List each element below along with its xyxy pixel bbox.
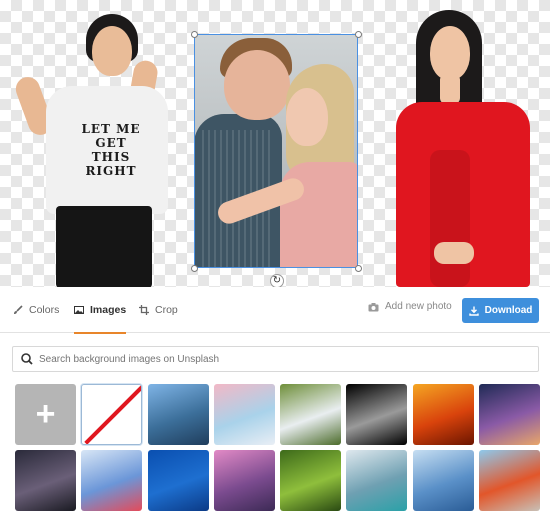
download-label: Download	[484, 305, 533, 316]
camera-icon	[368, 302, 379, 311]
thumbnail-no-background[interactable]	[81, 384, 143, 445]
image-icon	[74, 306, 84, 314]
tab-images[interactable]: Images	[74, 287, 127, 334]
search-icon	[21, 353, 33, 365]
tab-colors[interactable]: Colors	[13, 287, 59, 333]
hands-right	[434, 242, 474, 264]
thumbnail-underwater[interactable]	[147, 450, 209, 511]
thumbnail-add-image[interactable]: +	[15, 384, 76, 445]
add-new-photo-button[interactable]: Add new photo	[368, 301, 452, 312]
pants	[56, 206, 152, 287]
dress-shade	[430, 150, 470, 287]
brush-icon	[14, 305, 23, 314]
tab-label: Colors	[29, 304, 60, 316]
search-bar	[12, 346, 539, 372]
thumbnail-milky-way-dusk[interactable]	[479, 384, 541, 445]
tshirt-text: LET ME GET THIS RIGHT	[81, 122, 141, 178]
thumbnail-city-skyline[interactable]	[147, 384, 209, 445]
head-left	[92, 26, 132, 76]
thumbnail-forest-path[interactable]	[280, 450, 342, 511]
add-new-photo-label: Add new photo	[385, 301, 452, 312]
download-icon	[468, 306, 479, 316]
tab-label: Crop	[155, 304, 178, 316]
thumbnail-pastel-abstract[interactable]	[213, 384, 275, 445]
tab-label: Images	[90, 304, 127, 316]
tab-crop[interactable]: Crop	[139, 287, 178, 333]
head-right	[430, 26, 470, 80]
thumbnail-desert-trees[interactable]	[479, 450, 541, 511]
thumbnail-full-moon[interactable]	[346, 384, 408, 445]
toolbar: Colors Images Crop Add new photo Downloa…	[0, 287, 550, 334]
rotate-handle-icon[interactable]: ↻	[270, 274, 284, 287]
resize-handle-bottom-right[interactable]	[355, 265, 362, 272]
download-button[interactable]: Download	[462, 298, 539, 323]
thumbnail-confetti[interactable]	[81, 450, 143, 511]
thumbnail-blue-mountains[interactable]	[412, 450, 474, 511]
thumbnail-waterfall[interactable]	[280, 384, 342, 445]
selection-box[interactable]	[194, 34, 358, 268]
neck-right	[440, 74, 460, 104]
resize-handle-bottom-left[interactable]	[191, 265, 198, 272]
resize-handle-top-left[interactable]	[191, 31, 198, 38]
search-input[interactable]	[35, 347, 538, 371]
thumbnail-mountain-lake[interactable]	[346, 450, 408, 511]
thumbnail-fire[interactable]	[412, 384, 474, 445]
plus-icon: +	[35, 395, 56, 433]
editor-canvas[interactable]: LET ME GET THIS RIGHT ↻	[0, 0, 550, 287]
crop-icon	[139, 305, 149, 315]
thumbnail-canal-city[interactable]	[213, 450, 275, 511]
resize-handle-top-right[interactable]	[355, 31, 362, 38]
background-image-grid: +	[15, 384, 541, 514]
thumbnail-night-sky[interactable]	[15, 450, 76, 511]
